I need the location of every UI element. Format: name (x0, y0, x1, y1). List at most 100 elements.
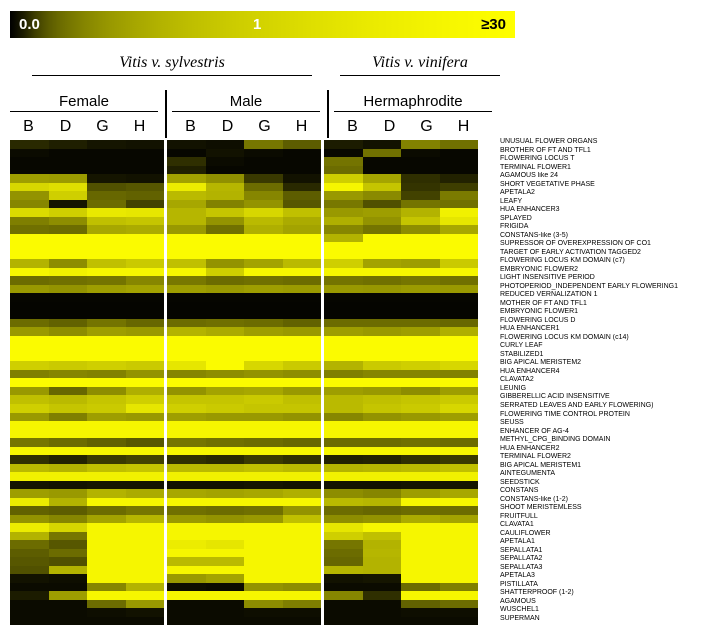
gene-label: TERMINAL FLOWER2 (500, 453, 571, 461)
heatmap-cell (87, 616, 126, 626)
heatmap-cell (87, 335, 126, 345)
gene-label: CONSTANS-like (3-5) (500, 231, 568, 239)
heatmap-cell (205, 548, 244, 558)
heatmap-cell (439, 174, 478, 183)
heatmap-cell (362, 165, 401, 175)
heatmap-cell (125, 565, 164, 575)
heatmap-cell (362, 489, 401, 498)
heatmap-row (10, 446, 492, 456)
species-header-vinifera: Vitis v. vinifera (340, 54, 500, 76)
group-divider-2 (327, 90, 329, 138)
heatmap-row (10, 199, 492, 209)
heatmap-cell (324, 208, 363, 217)
heatmap-cell (125, 259, 164, 268)
heatmap-row (10, 250, 492, 260)
heatmap-cell (48, 182, 87, 192)
heatmap-cell (10, 446, 49, 456)
heatmap-cell (439, 608, 478, 617)
heatmap-cell (401, 191, 440, 200)
heatmap-cell (362, 361, 401, 370)
heatmap-cell (324, 250, 363, 260)
heatmap-cell (205, 361, 244, 370)
heatmap-cell (125, 361, 164, 370)
gene-label: LIGHT INSENSITIVE PERIOD (500, 274, 595, 282)
heatmap-cell (244, 318, 283, 328)
heatmap-cell (244, 523, 283, 532)
heatmap-cell (362, 480, 401, 490)
heatmap-cell (401, 386, 440, 396)
heatmap-cell (10, 157, 49, 166)
heatmap-cell (401, 608, 440, 617)
heatmap-row (10, 412, 492, 422)
gene-label: APETALA3 (500, 572, 535, 580)
heatmap-cell (167, 480, 206, 490)
heatmap-row (10, 242, 492, 251)
heatmap-cell (439, 225, 478, 234)
heatmap-cell (401, 531, 440, 541)
heatmap-cell (324, 616, 363, 626)
heatmap-cell (48, 608, 87, 617)
heatmap-cell (439, 531, 478, 541)
heatmap-cell (167, 242, 206, 251)
heatmap-cell (324, 472, 363, 481)
heatmap-cell (401, 548, 440, 558)
heatmap-cell (167, 225, 206, 234)
heatmap-cell (401, 438, 440, 447)
heatmap-cell (324, 523, 363, 532)
gene-label: SUPRESSOR OF OVEREXPRESSION OF CO1 (500, 240, 651, 248)
heatmap-cell (362, 557, 401, 566)
heatmap-cell (10, 531, 49, 541)
heatmap-cell (439, 429, 478, 439)
gene-label: PISTILLATA (500, 580, 538, 588)
heatmap-row (10, 140, 492, 149)
heatmap-cell (362, 182, 401, 192)
heatmap-cell (244, 182, 283, 192)
heatmap-cell (282, 472, 321, 481)
gene-label: SEPALLATA1 (500, 546, 543, 554)
heatmap-cell (167, 182, 206, 192)
heatmap-cell (167, 327, 206, 336)
heatmap-row (10, 335, 492, 345)
heatmap-row (10, 540, 492, 549)
heatmap-cell (439, 616, 478, 626)
heatmap-cell (401, 472, 440, 481)
gene-label: FLOWERING LOCUS KM DOMAIN (c7) (500, 257, 625, 265)
heatmap-cell (324, 233, 363, 243)
heatmap-cell (362, 318, 401, 328)
species-header-sylvestris: Vitis v. sylvestris (32, 54, 312, 76)
heatmap-cell (401, 276, 440, 285)
species-label: Vitis v. vinifera (372, 54, 468, 71)
heatmap-cell (10, 225, 49, 234)
heatmap-cell (205, 514, 244, 524)
heatmap-cell (244, 574, 283, 583)
heatmap-cell (324, 378, 363, 387)
heatmap-cell (205, 472, 244, 481)
heatmap-cell (10, 148, 49, 158)
heatmap-cell (167, 548, 206, 558)
heatmap-cell (87, 480, 126, 490)
heatmap-cell (362, 284, 401, 294)
heatmap-cell (48, 429, 87, 439)
heatmap-cell (244, 259, 283, 268)
heatmap-cell (125, 174, 164, 183)
heatmap-cell (87, 318, 126, 328)
heatmap-cell (87, 369, 126, 379)
heatmap-cell (87, 599, 126, 609)
heatmap-cell (401, 361, 440, 370)
heatmap-cell (282, 250, 321, 260)
heatmap-row (10, 174, 492, 183)
heatmap-cell (439, 318, 478, 328)
heatmap-cell (48, 259, 87, 268)
heatmap-cell (87, 472, 126, 481)
heatmap-cell (324, 463, 363, 473)
heatmap-cell (48, 225, 87, 234)
heatmap-cell (439, 310, 478, 319)
heatmap-cell (10, 318, 49, 328)
heatmap-row (10, 403, 492, 413)
heatmap-cell (87, 267, 126, 277)
gene-label: AINTEGUMENTA (500, 470, 556, 478)
heatmap-cell (244, 250, 283, 260)
heatmap-cell (401, 318, 440, 328)
heatmap-cell (48, 267, 87, 277)
heatmap-cell (244, 157, 283, 166)
